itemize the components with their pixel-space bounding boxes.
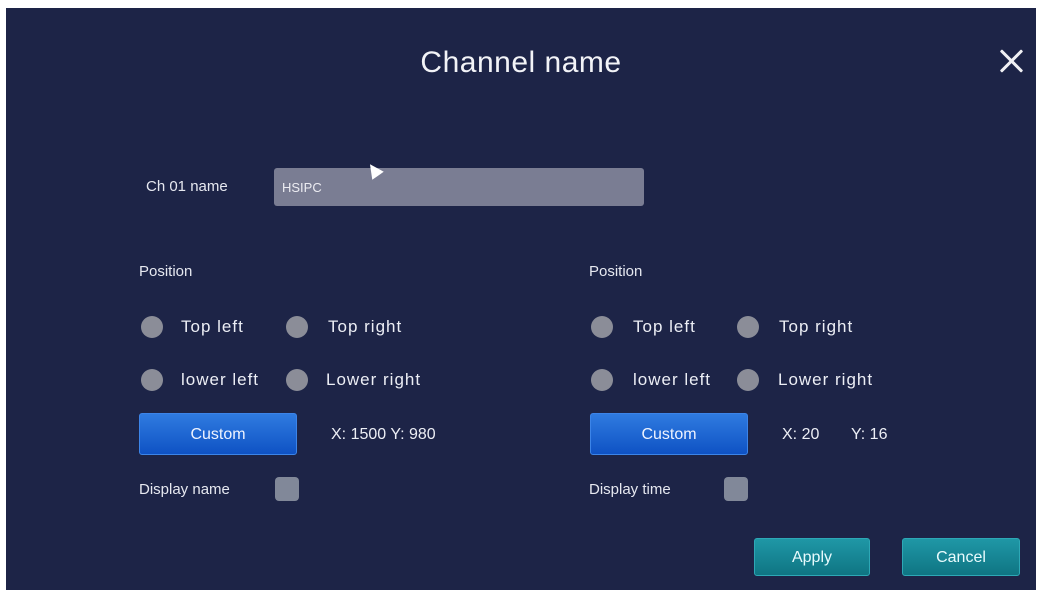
display-name-checkbox[interactable] bbox=[275, 477, 299, 501]
radio-lower-right-right[interactable] bbox=[737, 369, 759, 391]
option-label-lower-left-right: lower left bbox=[633, 370, 712, 389]
custom-button-right[interactable]: Custom bbox=[590, 413, 748, 455]
channel-name-dialog: Channel name Ch 01 name Position Top lef… bbox=[6, 8, 1036, 590]
coordinate-x-right: X: 20 bbox=[782, 426, 820, 443]
radio-top-right-left[interactable] bbox=[286, 316, 308, 338]
channel-name-label: Ch 01 name bbox=[146, 178, 228, 195]
channel-name-input[interactable] bbox=[274, 168, 644, 206]
dialog-title: Channel name bbox=[420, 46, 622, 79]
option-label-lower-right-left: Lower right bbox=[326, 370, 422, 389]
radio-lower-left-right[interactable] bbox=[591, 369, 613, 391]
coordinates-left: X: 1500 Y: 980 bbox=[331, 426, 436, 443]
custom-button-left[interactable]: Custom bbox=[139, 413, 297, 455]
option-label-top-left-right: Top left bbox=[633, 317, 696, 336]
radio-top-left-left[interactable] bbox=[141, 316, 163, 338]
display-time-label: Display time bbox=[589, 481, 671, 498]
display-name-label: Display name bbox=[139, 481, 230, 498]
option-label-top-right-right: Top right bbox=[779, 317, 854, 336]
position-label-left: Position bbox=[139, 263, 193, 280]
radio-top-right-right[interactable] bbox=[737, 316, 759, 338]
coordinate-y-right: Y: 16 bbox=[851, 426, 888, 443]
option-label-lower-left-left: lower left bbox=[181, 370, 260, 389]
radio-lower-left-left[interactable] bbox=[141, 369, 163, 391]
option-label-lower-right-right: Lower right bbox=[778, 370, 874, 389]
apply-button[interactable]: Apply bbox=[754, 538, 870, 576]
radio-top-left-right[interactable] bbox=[591, 316, 613, 338]
position-label-right: Position bbox=[589, 263, 643, 280]
option-label-top-right-left: Top right bbox=[328, 317, 403, 336]
option-label-top-left-left: Top left bbox=[181, 317, 244, 336]
cancel-button[interactable]: Cancel bbox=[902, 538, 1020, 576]
display-time-checkbox[interactable] bbox=[724, 477, 748, 501]
radio-lower-right-left[interactable] bbox=[286, 369, 308, 391]
close-icon[interactable] bbox=[996, 46, 1028, 78]
